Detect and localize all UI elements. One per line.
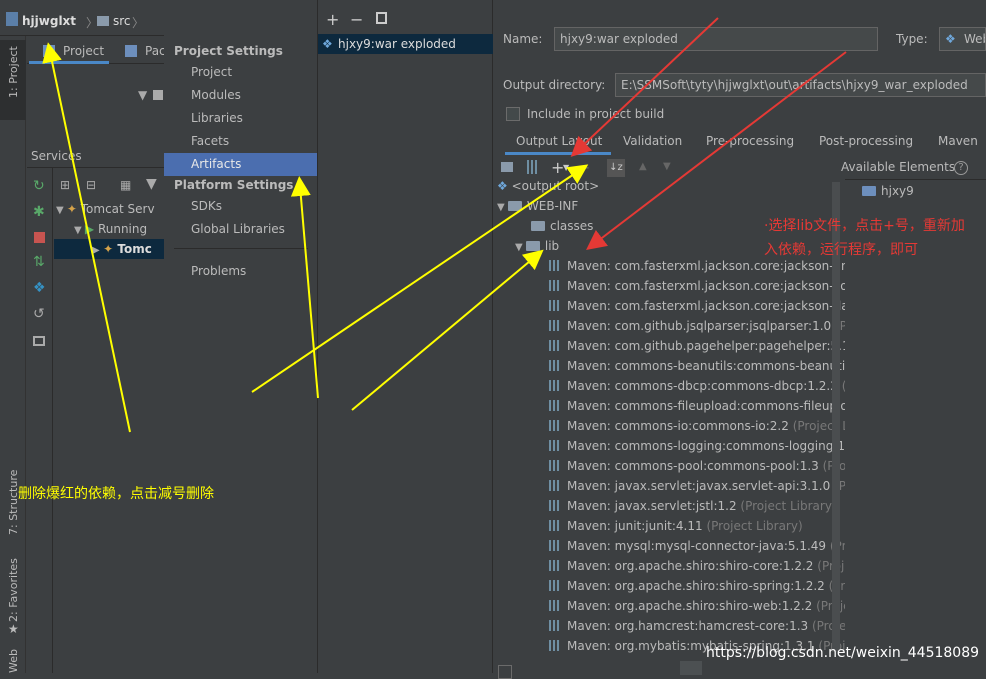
yellow-arrow-project <box>42 42 131 433</box>
yellow-arrow-lib <box>351 249 544 411</box>
red-arrow-output-layout <box>570 17 719 157</box>
yellow-annotation-note: 删除爆红的依赖，点击减号删除 <box>18 486 214 502</box>
watermark: https://blog.csdn.net/weixin_44518089 <box>706 645 980 661</box>
yellow-arrow-artifacts <box>290 176 319 399</box>
red-annotation-note: ·选择lib文件，点击+号，重新加入依赖，运行程序，即可 <box>764 218 965 258</box>
annotation-arrows <box>42 17 847 433</box>
